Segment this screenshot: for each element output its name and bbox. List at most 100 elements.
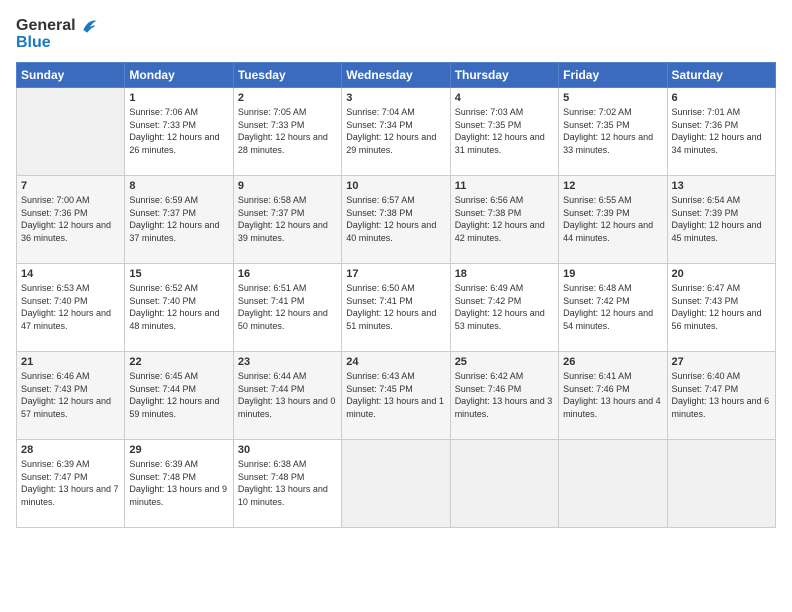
day-number: 2 [238, 92, 337, 104]
calendar-cell: 17 Sunrise: 6:50 AMSunset: 7:41 PMDayligh… [342, 264, 450, 352]
day-number: 20 [672, 268, 771, 280]
week-row-1: 1Sunrise: 7:06 AMSunset: 7:33 PMDaylight… [17, 88, 776, 176]
calendar-cell: 22 Sunrise: 6:45 AMSunset: 7:44 PMDayligh… [125, 352, 233, 440]
calendar-cell: 29 Sunrise: 6:39 AMSunset: 7:48 PMDayligh… [125, 440, 233, 528]
header: General Blue [16, 16, 776, 52]
calendar-cell: 10Sunrise: 6:57 AMSunset: 7:38 PMDayligh… [342, 176, 450, 264]
weekday-header-sunday: Sunday [17, 63, 125, 88]
day-info: Sunrise: 6:39 AMSunset: 7:48 PMDaylight:… [129, 458, 228, 508]
calendar-cell: 1Sunrise: 7:06 AMSunset: 7:33 PMDaylight… [125, 88, 233, 176]
day-number: 9 [238, 180, 337, 192]
day-info: Sunrise: 6:52 AMSunset: 7:40 PMDaylight:… [129, 282, 228, 332]
day-number: 12 [563, 180, 662, 192]
day-number: 30 [238, 444, 337, 456]
day-number: 8 [129, 180, 228, 192]
calendar-cell: 6Sunrise: 7:01 AMSunset: 7:36 PMDaylight… [667, 88, 775, 176]
day-number: 1 [129, 92, 228, 104]
calendar-cell: 11Sunrise: 6:56 AMSunset: 7:38 PMDayligh… [450, 176, 558, 264]
day-number: 19 [563, 268, 662, 280]
calendar-cell: 30 Sunrise: 6:38 AMSunset: 7:48 PMDayligh… [233, 440, 341, 528]
day-number: 17 [346, 268, 445, 280]
day-number: 14 [21, 268, 120, 280]
calendar-cell: 3 Sunrise: 7:04 AMSunset: 7:34 PMDaylight… [342, 88, 450, 176]
day-number: 22 [129, 356, 228, 368]
day-number: 11 [455, 180, 554, 192]
calendar-cell: 13Sunrise: 6:54 AMSunset: 7:39 PMDayligh… [667, 176, 775, 264]
weekday-header-monday: Monday [125, 63, 233, 88]
day-info: Sunrise: 6:55 AMSunset: 7:39 PMDaylight:… [563, 194, 662, 244]
calendar-cell: 21 Sunrise: 6:46 AMSunset: 7:43 PMDayligh… [17, 352, 125, 440]
calendar-cell: 27 Sunrise: 6:40 AMSunset: 7:47 PMDayligh… [667, 352, 775, 440]
day-info: Sunrise: 6:40 AMSunset: 7:47 PMDaylight:… [672, 370, 771, 420]
day-info: Sunrise: 6:41 AMSunset: 7:46 PMDaylight:… [563, 370, 662, 420]
day-number: 6 [672, 92, 771, 104]
day-info: Sunrise: 6:59 AMSunset: 7:37 PMDaylight:… [129, 194, 228, 244]
day-info: Sunrise: 7:02 AMSunset: 7:35 PMDaylight:… [563, 106, 662, 156]
day-number: 25 [455, 356, 554, 368]
page: General Blue SundayMondayTuesdayWednesda… [0, 0, 792, 612]
calendar-cell: 4Sunrise: 7:03 AMSunset: 7:35 PMDaylight… [450, 88, 558, 176]
day-number: 23 [238, 356, 337, 368]
logo-general-text: General [16, 17, 76, 35]
week-row-3: 14 Sunrise: 6:53 AMSunset: 7:40 PMDayligh… [17, 264, 776, 352]
week-row-2: 7 Sunrise: 7:00 AMSunset: 7:36 PMDaylight… [17, 176, 776, 264]
calendar-cell [559, 440, 667, 528]
calendar-cell: 5 Sunrise: 7:02 AMSunset: 7:35 PMDaylight… [559, 88, 667, 176]
day-number: 21 [21, 356, 120, 368]
day-info: Sunrise: 6:49 AMSunset: 7:42 PMDaylight:… [455, 282, 554, 332]
day-info: Sunrise: 6:58 AMSunset: 7:37 PMDaylight:… [238, 194, 337, 244]
day-number: 27 [672, 356, 771, 368]
day-info: Sunrise: 6:43 AMSunset: 7:45 PMDaylight:… [346, 370, 445, 420]
day-number: 28 [21, 444, 120, 456]
weekday-header-friday: Friday [559, 63, 667, 88]
day-number: 16 [238, 268, 337, 280]
calendar-cell: 14 Sunrise: 6:53 AMSunset: 7:40 PMDayligh… [17, 264, 125, 352]
calendar-cell [450, 440, 558, 528]
calendar-cell: 26 Sunrise: 6:41 AMSunset: 7:46 PMDayligh… [559, 352, 667, 440]
calendar-cell: 19 Sunrise: 6:48 AMSunset: 7:42 PMDayligh… [559, 264, 667, 352]
calendar-cell: 20Sunrise: 6:47 AMSunset: 7:43 PMDayligh… [667, 264, 775, 352]
calendar-cell: 2Sunrise: 7:05 AMSunset: 7:33 PMDaylight… [233, 88, 341, 176]
logo: General Blue [16, 16, 98, 52]
logo-bird-icon [78, 16, 98, 36]
calendar-cell: 16 Sunrise: 6:51 AMSunset: 7:41 PMDayligh… [233, 264, 341, 352]
day-number: 15 [129, 268, 228, 280]
day-info: Sunrise: 6:46 AMSunset: 7:43 PMDaylight:… [21, 370, 120, 420]
weekday-header-thursday: Thursday [450, 63, 558, 88]
day-info: Sunrise: 6:48 AMSunset: 7:42 PMDaylight:… [563, 282, 662, 332]
calendar-cell: 7 Sunrise: 7:00 AMSunset: 7:36 PMDaylight… [17, 176, 125, 264]
logo-blue-text: Blue [16, 34, 51, 52]
day-number: 26 [563, 356, 662, 368]
weekday-header-row: SundayMondayTuesdayWednesdayThursdayFrid… [17, 63, 776, 88]
day-number: 3 [346, 92, 445, 104]
day-info: Sunrise: 7:00 AMSunset: 7:36 PMDaylight:… [21, 194, 120, 244]
calendar-cell: 18 Sunrise: 6:49 AMSunset: 7:42 PMDayligh… [450, 264, 558, 352]
calendar-cell: 28 Sunrise: 6:39 AMSunset: 7:47 PMDayligh… [17, 440, 125, 528]
calendar-cell [342, 440, 450, 528]
day-info: Sunrise: 6:38 AMSunset: 7:48 PMDaylight:… [238, 458, 337, 508]
day-info: Sunrise: 6:53 AMSunset: 7:40 PMDaylight:… [21, 282, 120, 332]
day-number: 13 [672, 180, 771, 192]
day-info: Sunrise: 6:45 AMSunset: 7:44 PMDaylight:… [129, 370, 228, 420]
week-row-4: 21 Sunrise: 6:46 AMSunset: 7:43 PMDayligh… [17, 352, 776, 440]
day-number: 18 [455, 268, 554, 280]
calendar-cell: 24Sunrise: 6:43 AMSunset: 7:45 PMDayligh… [342, 352, 450, 440]
calendar-cell: 25 Sunrise: 6:42 AMSunset: 7:46 PMDayligh… [450, 352, 558, 440]
calendar-cell: 9 Sunrise: 6:58 AMSunset: 7:37 PMDaylight… [233, 176, 341, 264]
day-number: 29 [129, 444, 228, 456]
weekday-header-wednesday: Wednesday [342, 63, 450, 88]
calendar-cell [667, 440, 775, 528]
calendar-cell: 15 Sunrise: 6:52 AMSunset: 7:40 PMDayligh… [125, 264, 233, 352]
day-number: 7 [21, 180, 120, 192]
weekday-header-saturday: Saturday [667, 63, 775, 88]
day-number: 5 [563, 92, 662, 104]
calendar-cell: 23 Sunrise: 6:44 AMSunset: 7:44 PMDayligh… [233, 352, 341, 440]
calendar-cell: 8 Sunrise: 6:59 AMSunset: 7:37 PMDaylight… [125, 176, 233, 264]
day-info: Sunrise: 7:04 AMSunset: 7:34 PMDaylight:… [346, 106, 445, 156]
day-info: Sunrise: 6:50 AMSunset: 7:41 PMDaylight:… [346, 282, 445, 332]
day-info: Sunrise: 6:44 AMSunset: 7:44 PMDaylight:… [238, 370, 337, 420]
day-number: 10 [346, 180, 445, 192]
day-info: Sunrise: 6:42 AMSunset: 7:46 PMDaylight:… [455, 370, 554, 420]
day-info: Sunrise: 6:39 AMSunset: 7:47 PMDaylight:… [21, 458, 120, 508]
day-info: Sunrise: 6:51 AMSunset: 7:41 PMDaylight:… [238, 282, 337, 332]
